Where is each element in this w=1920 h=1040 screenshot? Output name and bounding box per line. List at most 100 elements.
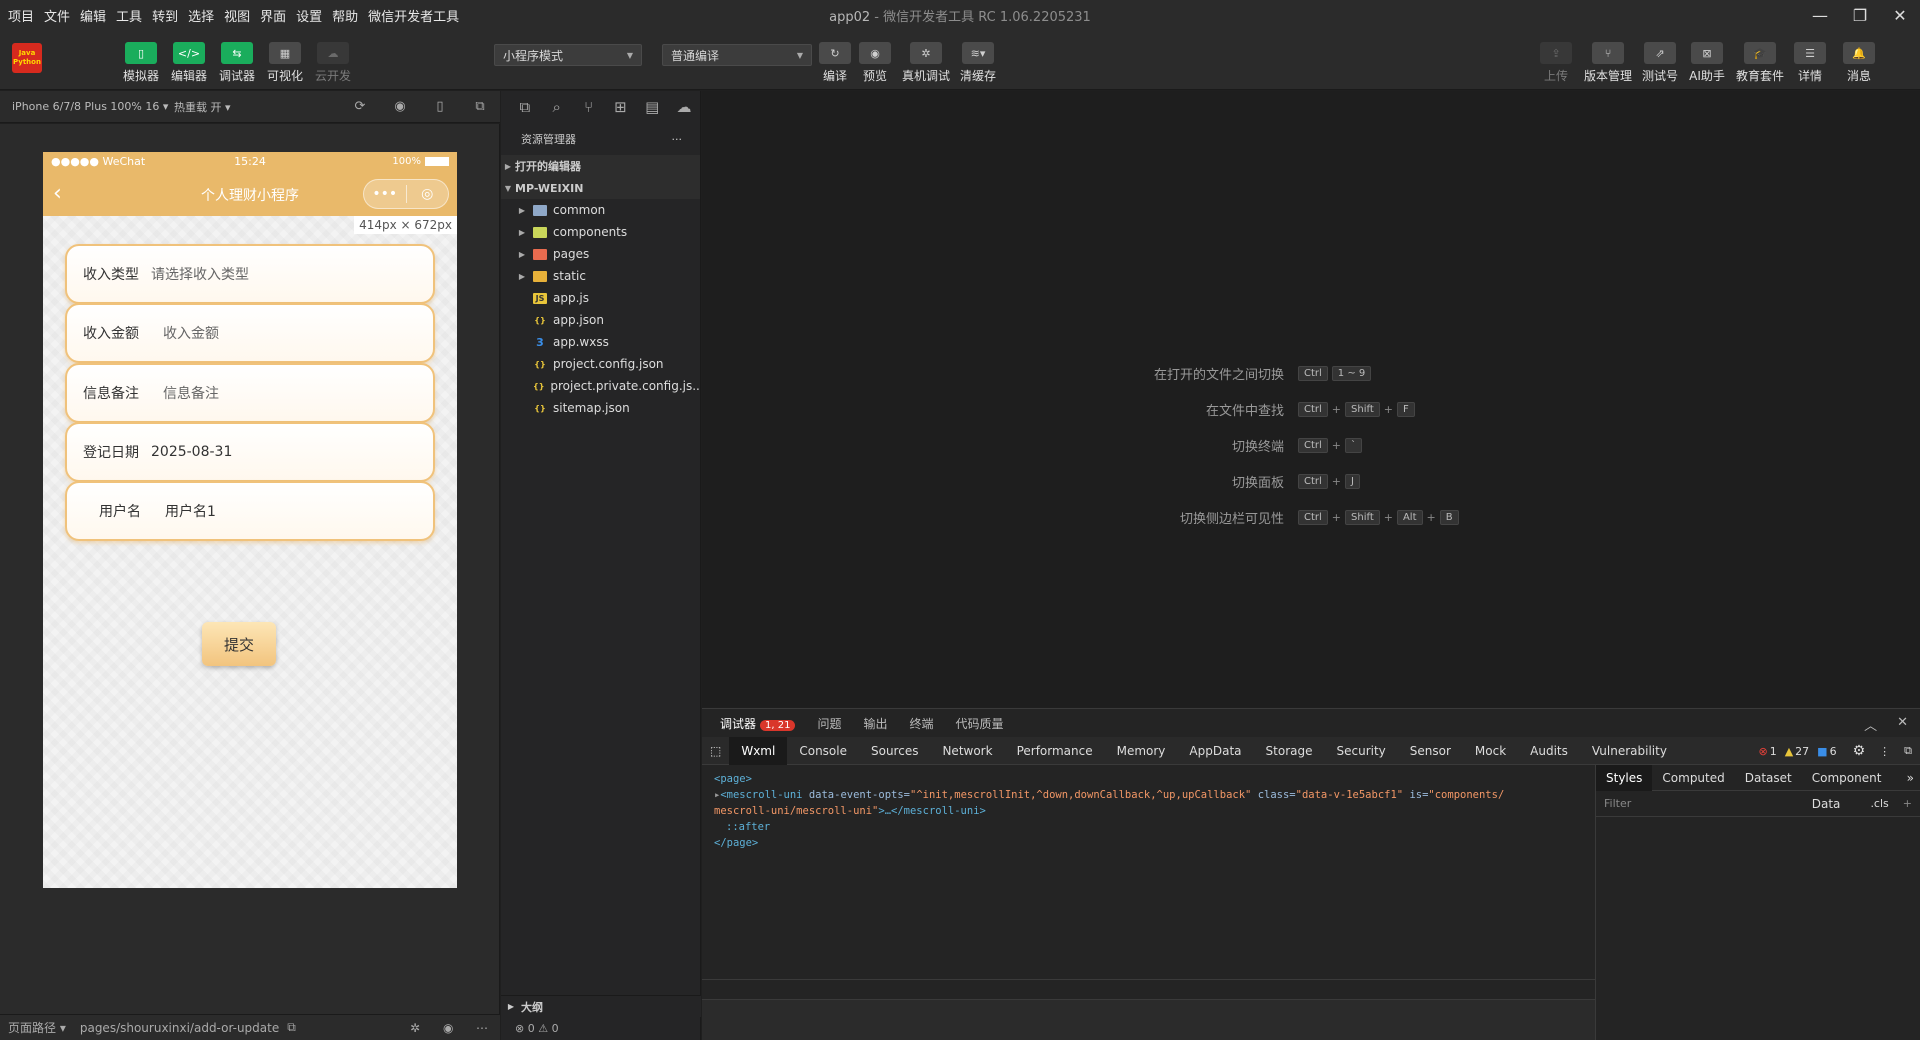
problems-status[interactable]: ⊗ 0 ⚠ 0 [501, 1017, 701, 1040]
eye-icon[interactable]: ◉ [443, 1021, 453, 1035]
version-button[interactable]: ⑂ 版本管理 [1584, 42, 1632, 84]
kebab-menu-icon[interactable]: ⋮ [1879, 745, 1890, 758]
device-select[interactable]: iPhone 6/7/8 Plus 100% 16 ▾ [12, 100, 168, 113]
menu-goto[interactable]: 转到 [152, 6, 178, 25]
more-icon[interactable]: ••• [364, 186, 406, 202]
clear-cache-button[interactable]: ≋▾ 清缓存 [955, 42, 1001, 84]
visual-button[interactable]: ▦ 可视化 [262, 42, 308, 84]
cls-toggle[interactable]: .cls [1870, 797, 1888, 810]
tab-storage[interactable]: Storage [1254, 737, 1325, 765]
close-icon[interactable]: ✕ [1880, 0, 1920, 30]
tree-item-components[interactable]: ▶ components [501, 221, 700, 243]
income-amount-field[interactable]: 收入金额 收入金额 [65, 303, 435, 363]
menu-tools[interactable]: 工具 [116, 6, 142, 25]
tab-output[interactable]: 输出 [863, 715, 887, 732]
ai-assistant-button[interactable]: ⊠ AI助手 [1684, 42, 1730, 84]
error-count[interactable]: 1 [1770, 745, 1777, 758]
menu-wechat-devtools[interactable]: 微信开发者工具 [368, 6, 459, 25]
tab-appdata[interactable]: AppData [1177, 737, 1253, 765]
outline-section[interactable]: ▶ 大纲 [501, 995, 701, 1017]
tree-item-app-js[interactable]: JS app.js [501, 287, 700, 309]
tab-computed[interactable]: Computed [1652, 765, 1734, 791]
cloud-button[interactable]: ☁ 云开发 [310, 42, 356, 84]
tab-problems[interactable]: 问题 [817, 715, 841, 732]
tree-item-project-config[interactable]: {} project.config.json [501, 353, 700, 375]
tree-item-pages[interactable]: ▶ pages [501, 243, 700, 265]
edu-button[interactable]: 🎓 教育套件 [1736, 42, 1784, 84]
minimize-icon[interactable]: — [1800, 0, 1840, 30]
tab-network[interactable]: Network [930, 737, 1004, 765]
remote-debug-button[interactable]: ✲ 真机调试 [902, 42, 950, 84]
menu-file[interactable]: 文件 [44, 6, 70, 25]
tab-code-quality[interactable]: 代码质量 [956, 715, 1004, 732]
tab-terminal[interactable]: 终端 [910, 715, 934, 732]
add-rule-icon[interactable]: + [1903, 797, 1912, 810]
more-icon[interactable]: ··· [672, 133, 683, 146]
hot-reload-toggle[interactable]: 热重载 开 ▾ [174, 99, 231, 115]
chevron-up-icon[interactable]: ︿ [1864, 715, 1877, 734]
filter-input[interactable]: Filter [1604, 797, 1631, 810]
code-line[interactable]: <page> [714, 771, 1583, 787]
tab-mock[interactable]: Mock [1463, 737, 1518, 765]
submit-button[interactable]: 提交 [202, 622, 276, 666]
tree-item-app-json[interactable]: {} app.json [501, 309, 700, 331]
gear-icon[interactable]: ⚙ [1853, 743, 1866, 759]
warning-count[interactable]: 27 [1795, 745, 1809, 758]
register-date-field[interactable]: 登记日期 2025-08-31 [65, 422, 435, 482]
copy-icon[interactable]: ⧉ [287, 1020, 296, 1035]
tree-item-project-private-config[interactable]: {} project.private.config.js... [501, 375, 700, 397]
upload-button[interactable]: ⇪ 上传 [1533, 42, 1579, 84]
bug-icon[interactable]: ✲ [410, 1021, 420, 1035]
menu-edit[interactable]: 编辑 [80, 6, 106, 25]
docker-icon[interactable]: ☁ [668, 98, 700, 116]
menu-project[interactable]: 项目 [8, 6, 34, 25]
restore-icon[interactable]: ❐ [1840, 0, 1880, 30]
menu-settings[interactable]: 设置 [296, 6, 322, 25]
tab-vulnerability[interactable]: Vulnerability [1580, 737, 1679, 765]
code-line[interactable]: </page> [714, 835, 1583, 851]
tab-component-data[interactable]: Component Data [1802, 765, 1901, 811]
remark-field[interactable]: 信息备注 信息备注 [65, 363, 435, 423]
close-miniprogram-icon[interactable]: ◎ [406, 186, 448, 202]
search-icon[interactable]: ⌕ [541, 98, 573, 116]
menu-select[interactable]: 选择 [188, 6, 214, 25]
tab-debugger[interactable]: 调试器 1, 21 [720, 715, 796, 732]
code-line[interactable]: mescroll-uni/mescroll-uni">…</mescroll-u… [714, 803, 1583, 819]
preview-button[interactable]: ◉ 预览 [852, 42, 898, 84]
menu-interface[interactable]: 界面 [260, 6, 286, 25]
chevron-right-double-icon[interactable]: » [1901, 765, 1920, 791]
files-icon[interactable]: ⧉ [509, 98, 541, 116]
open-editors-section[interactable]: ▶ 打开的编辑器 [501, 155, 700, 177]
extensions-icon[interactable]: ⊞ [604, 98, 636, 116]
record-icon[interactable]: ◉ [392, 99, 408, 115]
tab-memory[interactable]: Memory [1105, 737, 1178, 765]
test-account-button[interactable]: ⇗ 测试号 [1637, 42, 1683, 84]
tab-styles[interactable]: Styles [1596, 764, 1653, 791]
inspect-icon[interactable]: ⬚ [702, 737, 729, 765]
popout-icon[interactable]: ⧉ [472, 99, 488, 115]
tab-audits[interactable]: Audits [1518, 737, 1580, 765]
simulator-button[interactable]: ▯ 模拟器 [118, 42, 164, 84]
more-icon[interactable]: ⋯ [476, 1021, 488, 1035]
menu-view[interactable]: 视图 [224, 6, 250, 25]
tab-wxml[interactable]: Wxml [729, 736, 788, 765]
code-line[interactable]: ::after [714, 819, 1583, 835]
tab-dataset[interactable]: Dataset [1735, 765, 1802, 791]
details-button[interactable]: ☰ 详情 [1787, 42, 1833, 84]
tree-item-app-wxss[interactable]: 3 app.wxss [501, 331, 700, 353]
storage-icon[interactable]: ▤ [636, 98, 668, 116]
tab-performance[interactable]: Performance [1005, 737, 1105, 765]
mode-select[interactable]: 小程序模式 ▼ [494, 44, 642, 66]
tab-console[interactable]: Console [787, 737, 859, 765]
rotate-icon[interactable]: ⟳ [352, 99, 368, 115]
tab-security[interactable]: Security [1324, 737, 1397, 765]
tab-sources[interactable]: Sources [859, 737, 930, 765]
username-field[interactable]: 用户名 用户名1 [65, 481, 435, 541]
messages-button[interactable]: 🔔 消息 [1836, 42, 1882, 84]
phone-icon[interactable]: ▯ [432, 99, 448, 115]
source-control-icon[interactable]: ⑂ [573, 98, 605, 116]
tree-item-static[interactable]: ▶ static [501, 265, 700, 287]
close-icon[interactable]: ✕ [1897, 715, 1908, 734]
tree-item-common[interactable]: ▶ common [501, 199, 700, 221]
code-line[interactable]: ▸<mescroll-uni data-event-opts="^init,me… [714, 787, 1583, 803]
